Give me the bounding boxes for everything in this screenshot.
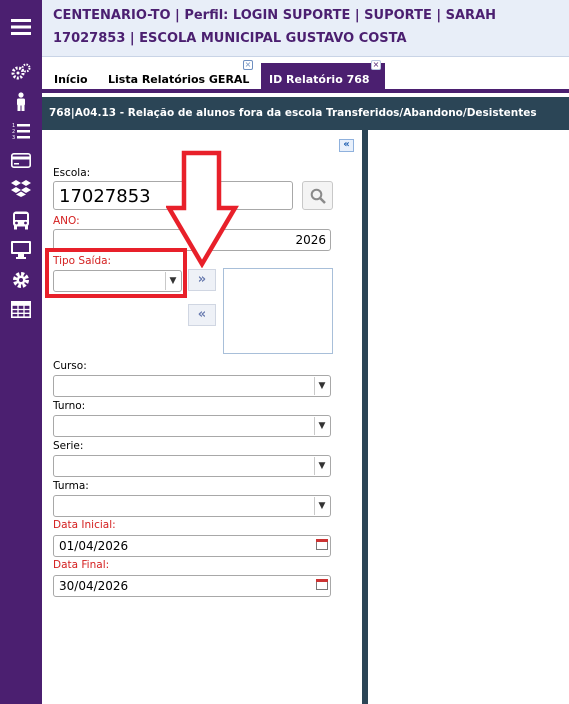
header-line-1: CENTENARIO-TO | Perfil: LOGIN SUPORTE | … (53, 8, 497, 23)
serie-select[interactable]: ▼ (53, 455, 331, 477)
user-header: CENTENARIO-TO | Perfil: LOGIN SUPORTE | … (42, 0, 569, 57)
monitor-icon[interactable] (0, 238, 42, 262)
tab-label: ID Relatório 768 (269, 73, 370, 86)
data-final-label: Data Final: (53, 559, 110, 571)
bus-icon[interactable] (0, 208, 42, 232)
tab-id-relatorio-768[interactable]: ID Relatório 768 (261, 63, 385, 93)
chevron-down-icon: ▼ (314, 457, 329, 475)
data-inicial-value: 01/04/2026 (59, 539, 129, 553)
card-icon[interactable] (0, 148, 42, 172)
data-final-value: 30/04/2026 (59, 579, 129, 593)
close-icon[interactable]: × (243, 60, 253, 70)
close-icon[interactable]: × (371, 60, 381, 70)
search-icon (310, 188, 326, 204)
ano-label: ANO: (53, 215, 80, 227)
svg-text:3: 3 (12, 135, 15, 140)
curso-select[interactable]: ▼ (53, 375, 331, 397)
remove-selected-button[interactable]: « (188, 304, 216, 326)
sidebar: 123 (0, 0, 42, 704)
data-inicial-label: Data Inicial: (53, 519, 116, 531)
list-icon[interactable]: 123 (0, 119, 42, 143)
calendar-icon[interactable] (316, 539, 328, 550)
chevron-down-icon: ▼ (314, 417, 329, 435)
turno-label: Turno: (53, 400, 86, 412)
chevron-down-icon: ▼ (314, 377, 329, 395)
tab-lista-relatorios-geral[interactable]: Lista Relatórios GERAL (108, 63, 249, 93)
escola-label: Escola: (53, 167, 91, 179)
turma-select[interactable]: ▼ (53, 495, 331, 517)
gear-icon[interactable] (0, 268, 42, 292)
annotation-arrow-icon (166, 150, 239, 268)
serie-label: Serie: (53, 440, 84, 452)
turno-select[interactable]: ▼ (53, 415, 331, 437)
gears-icon[interactable] (0, 60, 42, 84)
tab-bar: Início Lista Relatórios GERAL × ID Relat… (42, 57, 569, 93)
tab-inicio[interactable]: Início (54, 63, 88, 93)
table-icon[interactable] (0, 297, 42, 321)
header-line-2: 17027853 | ESCOLA MUNICIPAL GUSTAVO COST… (53, 31, 407, 46)
panel-splitter[interactable] (362, 130, 368, 704)
escola-value: 17027853 (59, 186, 151, 207)
data-inicial-input[interactable]: 01/04/2026 (53, 535, 331, 557)
boxes-icon[interactable] (0, 176, 42, 200)
tab-label: Lista Relatórios GERAL (108, 73, 250, 86)
add-selected-button[interactable]: » (188, 269, 216, 291)
chevron-down-icon: ▼ (314, 497, 329, 515)
collapse-panel-button[interactable]: « (339, 139, 354, 152)
person-icon[interactable] (0, 90, 42, 114)
data-final-input[interactable]: 30/04/2026 (53, 575, 331, 597)
menu-icon[interactable] (0, 15, 42, 39)
turma-label: Turma: (53, 480, 89, 492)
tab-label: Início (54, 73, 88, 86)
ano-value: 2026 (295, 233, 326, 247)
calendar-icon[interactable] (316, 579, 328, 590)
tipo-saida-selected-list[interactable] (223, 268, 333, 354)
search-button[interactable] (302, 181, 333, 210)
curso-label: Curso: (53, 360, 87, 372)
report-title: 768|A04.13 - Relação de alunos fora da e… (42, 97, 569, 130)
